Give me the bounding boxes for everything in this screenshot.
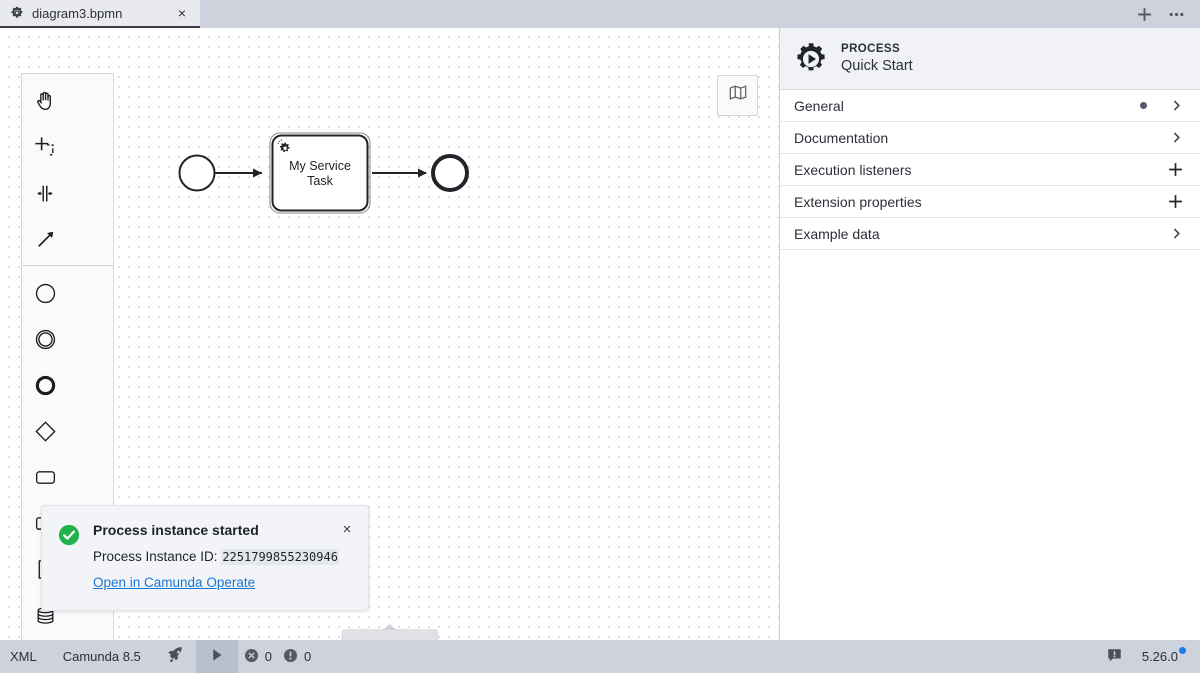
property-group-extension-properties[interactable]: Extension properties <box>780 186 1200 218</box>
palette-separator <box>22 265 113 266</box>
palette-hand-tool[interactable] <box>22 78 68 124</box>
property-group-general[interactable]: General <box>780 90 1200 122</box>
bpmn-gear-icon <box>10 6 24 20</box>
sequence-flow-2 <box>372 168 427 178</box>
status-bar: XML Camunda 8.5 0 0 5.26.0 <box>0 640 1200 673</box>
property-group-example-data[interactable]: Example data <box>780 218 1200 250</box>
tab-diagram3-bpmn[interactable]: diagram3.bpmn × <box>0 0 200 28</box>
notification-close-icon[interactable]: × <box>338 520 356 538</box>
property-group-label: Execution listeners <box>794 161 912 178</box>
update-available-dot <box>1179 647 1186 654</box>
notification-toast: Process instance started × Process Insta… <box>41 505 369 611</box>
feedback-icon <box>1106 647 1123 667</box>
property-group-execution-listeners[interactable]: Execution listeners <box>780 154 1200 186</box>
main-body: My Service Task Process instance started… <box>0 28 1200 640</box>
properties-panel-element-name: Quick Start <box>841 58 913 74</box>
status-xml-button[interactable]: XML <box>0 640 50 673</box>
open-in-camunda-operate-link[interactable]: Open in Camunda Operate <box>93 575 255 590</box>
property-group-label: Extension properties <box>794 193 922 210</box>
map-icon <box>727 82 749 109</box>
palette-space-tool[interactable] <box>22 170 68 216</box>
play-icon <box>208 646 226 667</box>
palette-create-participant[interactable] <box>22 638 68 640</box>
warning-count-button[interactable]: 0 <box>272 640 311 673</box>
palette-create-task[interactable] <box>22 454 68 500</box>
palette-lasso-tool[interactable] <box>22 124 68 170</box>
bpmn-canvas[interactable]: My Service Task Process instance started… <box>0 28 780 640</box>
tab-bar: diagram3.bpmn × <box>0 0 1200 28</box>
palette-global-connect-tool[interactable] <box>22 216 68 262</box>
property-group-label: Example data <box>794 225 880 242</box>
bottom-panel-resize-handle[interactable] <box>341 624 438 640</box>
error-count-value: 0 <box>264 649 273 664</box>
status-bar-spacer <box>311 640 1094 673</box>
service-task-label-line2: Task <box>307 174 333 188</box>
chevron-right-icon <box>1169 226 1184 241</box>
error-circle-icon <box>244 648 259 666</box>
camunda-modeler-window: diagram3.bpmn × My Service Task Process … <box>0 0 1200 673</box>
sequence-flow-1 <box>214 168 262 178</box>
new-tab-button[interactable] <box>1134 4 1154 24</box>
start-event[interactable] <box>178 154 216 192</box>
version-label: 5.26.0 <box>1141 649 1178 664</box>
notification-title: Process instance started <box>93 522 259 538</box>
tab-bar-actions <box>1134 0 1200 28</box>
success-check-icon <box>58 524 80 546</box>
properties-panel: PROCESS Quick Start General Documentatio… <box>780 28 1200 640</box>
palette-create-gateway[interactable] <box>22 408 68 454</box>
end-event[interactable] <box>431 154 469 192</box>
service-task-label-line1: My Service <box>289 159 351 173</box>
property-group-modified-dot <box>1140 102 1147 109</box>
properties-panel-header-text: PROCESS Quick Start <box>841 42 913 75</box>
chevron-up-icon <box>382 624 397 630</box>
plus-icon[interactable] <box>1167 193 1184 210</box>
properties-panel-eyebrow: PROCESS <box>841 43 901 55</box>
feedback-button[interactable] <box>1094 640 1136 673</box>
property-group-label: General <box>794 97 844 114</box>
plus-icon[interactable] <box>1167 161 1184 178</box>
minimap-toggle-button[interactable] <box>717 75 758 116</box>
process-instance-id-label: Process Instance ID: <box>93 549 218 564</box>
property-group-label: Documentation <box>794 129 889 146</box>
rocket-icon <box>165 645 185 668</box>
version-button[interactable]: 5.26.0 <box>1136 640 1200 673</box>
palette-create-end-event[interactable] <box>22 362 68 408</box>
status-engine-label[interactable]: Camunda 8.5 <box>50 640 154 673</box>
warning-circle-icon <box>283 648 298 666</box>
chevron-right-icon <box>1169 98 1184 113</box>
tab-close-icon[interactable]: × <box>174 5 190 21</box>
tab-label: diagram3.bpmn <box>32 5 123 21</box>
notification-body: Process instance started × Process Insta… <box>93 522 354 592</box>
chevron-right-icon <box>1169 130 1184 145</box>
process-gear-play-icon <box>794 42 828 76</box>
deploy-button[interactable] <box>154 640 196 673</box>
property-group-documentation[interactable]: Documentation <box>780 122 1200 154</box>
palette-create-intermediate-event[interactable] <box>22 316 68 362</box>
process-instance-id-value[interactable]: 2251799855230946 <box>221 549 339 565</box>
error-count-button[interactable]: 0 <box>238 640 272 673</box>
run-button[interactable] <box>195 640 238 673</box>
properties-panel-header: PROCESS Quick Start <box>780 28 1200 90</box>
warning-count-value: 0 <box>304 649 312 664</box>
tab-bar-more-button[interactable] <box>1166 4 1186 24</box>
tab-bar-spacer <box>200 0 1134 28</box>
process-instance-id-row: Process Instance ID: 2251799855230946 <box>93 548 354 566</box>
palette-create-start-event[interactable] <box>22 270 68 316</box>
